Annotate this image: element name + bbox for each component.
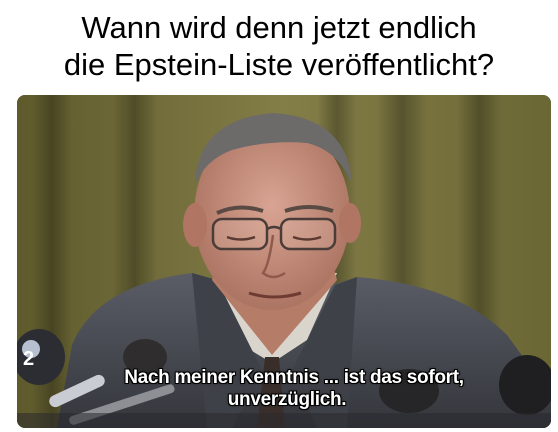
left-lens [211, 217, 269, 251]
subtitle-line-1: Nach meiner Kenntnis ... ist das sofort, [124, 367, 464, 388]
right-lens [279, 217, 337, 251]
meme-photo: 2 Nach meiner Kenntnis ... ist das sofor… [17, 95, 551, 428]
left-ear [183, 203, 207, 247]
right-ear [339, 203, 361, 243]
video-subtitle: Nach meiner Kenntnis ... ist das sofort,… [17, 367, 551, 411]
subtitle-line-2: unverzüglich. [227, 389, 347, 410]
microphone-base [17, 413, 551, 428]
caption-line-1: Wann wird denn jetzt endlich [81, 10, 477, 45]
meme-caption: Wann wird denn jetzt endlich die Epstein… [0, 0, 558, 92]
caption-line-2: die Epstein-Liste veröffentlicht? [63, 47, 495, 82]
